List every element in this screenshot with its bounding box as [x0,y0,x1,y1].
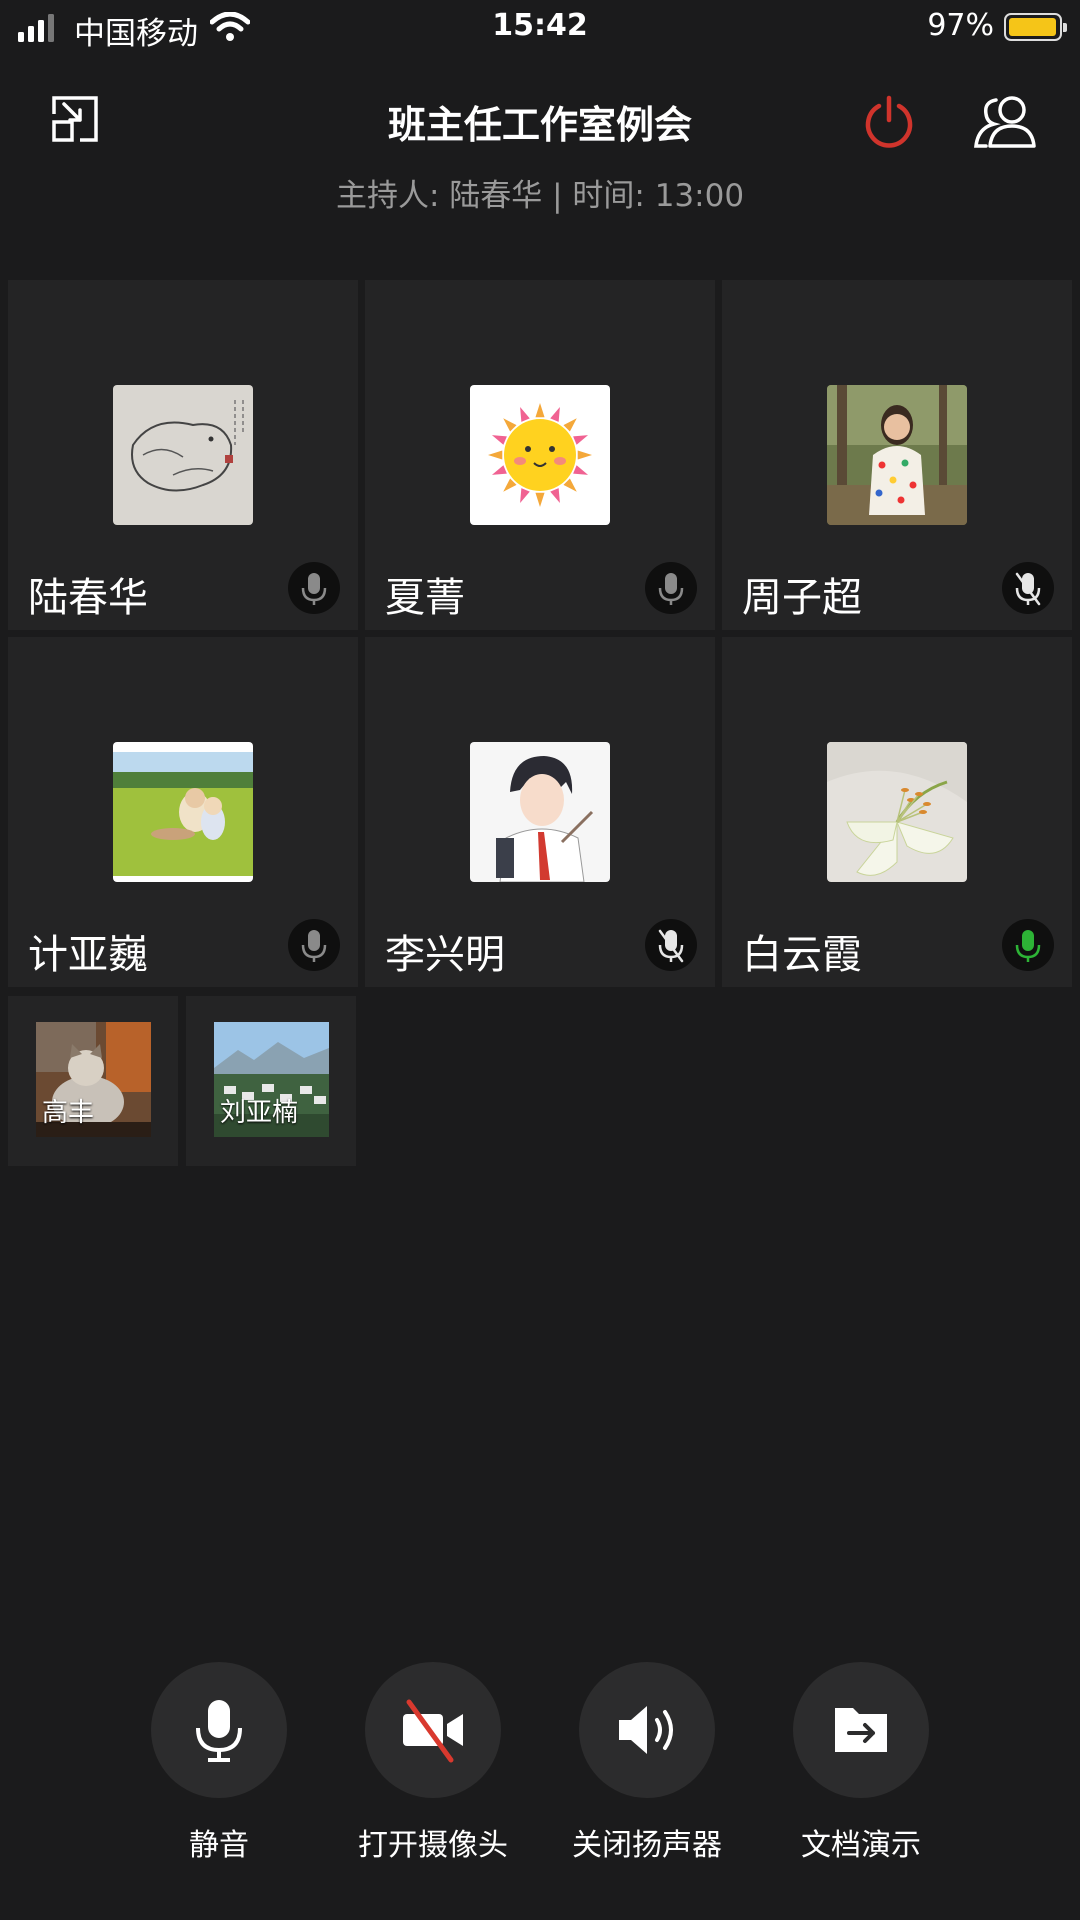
mic-muted-icon [1002,562,1054,614]
participant-tile[interactable]: 李兴明 [365,637,715,987]
participant-name: 计亚巍 [28,932,148,978]
participant-name: 李兴明 [385,932,505,978]
control-label: 文档演示 [801,1828,921,1863]
document-present-button[interactable]: 文档演示 [761,1662,961,1864]
participant-avatar [470,742,610,882]
members-icon[interactable] [972,92,1038,148]
microphone-icon[interactable] [151,1662,287,1798]
battery-icon [1004,13,1067,41]
status-bar: 中国移动 15:42 97% [0,0,1080,56]
participant-tile[interactable]: 夏菁 [365,280,715,630]
participant-avatar [827,385,967,525]
document-share-icon[interactable] [793,1662,929,1798]
microphone-icon [1002,919,1054,971]
camera-off-icon[interactable] [365,1662,501,1798]
participant-name: 白云霞 [742,932,862,978]
microphone-icon [288,919,340,971]
participant-name: 周子超 [742,575,862,621]
participant-tile[interactable]: 周子超 [722,280,1072,630]
participant-avatar [470,385,610,525]
control-label: 关闭扬声器 [572,1828,722,1863]
meeting-title: 班主任工作室例会 [387,103,692,147]
participant-thumbnail[interactable]: 高丰 [8,996,178,1166]
speaker-toggle-button[interactable]: 关闭扬声器 [547,1662,747,1864]
participant-name: 高丰 [42,1098,95,1128]
battery-percent: 97% [927,8,994,43]
control-label: 打开摄像头 [358,1828,508,1863]
speaker-icon[interactable] [579,1662,715,1798]
participant-name: 刘亚楠 [220,1098,299,1128]
participant-tile[interactable]: 陆春华 [8,280,358,630]
participant-thumbnail[interactable]: 刘亚楠 [186,996,356,1166]
mic-muted-icon [645,919,697,971]
power-icon[interactable] [862,94,916,148]
participant-avatar [113,385,253,525]
status-time: 15:42 [492,8,588,43]
camera-toggle-button[interactable]: 打开摄像头 [333,1662,533,1864]
participant-tile[interactable]: 计亚巍 [8,637,358,987]
mute-button[interactable]: 静音 [119,1662,319,1864]
participant-avatar [113,742,253,882]
control-label: 静音 [189,1828,249,1863]
microphone-icon [645,562,697,614]
meeting-subtitle: 主持人: 陆春华 | 时间: 13:00 [335,178,745,214]
participant-avatar [827,742,967,882]
battery-fill [1009,18,1056,36]
microphone-icon [288,562,340,614]
participant-name: 夏菁 [385,575,465,621]
participant-name: 陆春华 [28,575,148,621]
participant-tile[interactable]: 白云霞 [722,637,1072,987]
